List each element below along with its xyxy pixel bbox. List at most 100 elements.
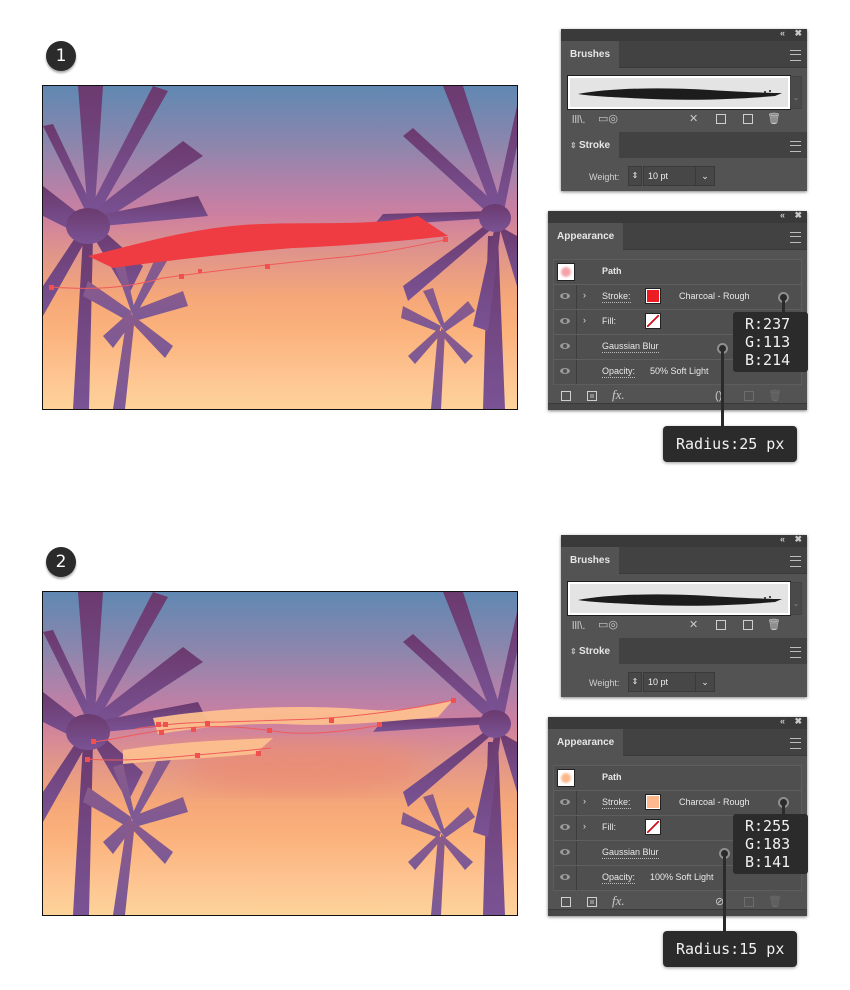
- brushes-content: ⌄ lll\. ▭◎ ✕ 🗑: [561, 574, 807, 637]
- fill-none-swatch[interactable]: [645, 819, 661, 835]
- expand-chevron-icon[interactable]: ›: [583, 315, 586, 325]
- gaussian-blur-link[interactable]: Gaussian Blur: [602, 341, 659, 353]
- appearance-row-path[interactable]: Path: [554, 260, 801, 285]
- panel-menu-icon[interactable]: [790, 556, 801, 567]
- rgb-green: G:113: [745, 333, 791, 351]
- fill-none-swatch[interactable]: [645, 313, 661, 329]
- brush-list-scroll[interactable]: ⌄: [790, 582, 802, 615]
- weight-label: Weight:: [589, 172, 620, 182]
- collapse-panel-icon[interactable]: «: [780, 210, 785, 220]
- panel-titlebar[interactable]: « ✖: [561, 534, 807, 547]
- tab-brushes[interactable]: Brushes: [561, 547, 620, 574]
- visibility-eye-icon[interactable]: [560, 343, 570, 349]
- panel-titlebar[interactable]: « ✖: [561, 28, 807, 41]
- weight-dropdown[interactable]: ⌄: [695, 672, 715, 692]
- panel-menu-icon[interactable]: [790, 50, 801, 61]
- opacity-value: 100% Soft Light: [650, 872, 714, 882]
- artboard-step-2[interactable]: [42, 591, 518, 916]
- tab-appearance[interactable]: Appearance: [548, 729, 624, 756]
- weight-input[interactable]: 10 pt: [643, 672, 697, 692]
- weight-input[interactable]: 10 pt: [643, 166, 697, 186]
- stroke-tabbar: ⇕ Stroke: [561, 132, 807, 159]
- duplicate-item-icon[interactable]: [744, 391, 754, 401]
- brushes-stroke-panel-2: « ✖ Brushes ⌄ lll\. ▭◎ ✕ 🗑 ⇕ Stroke Weig…: [561, 534, 807, 697]
- fill-label: Fill:: [602, 316, 616, 326]
- brush-libraries-icon[interactable]: lll\.: [572, 620, 585, 632]
- appearance-row-stroke[interactable]: › Stroke: Charcoal - Rough: [554, 285, 801, 310]
- weight-stepper[interactable]: ⇕: [628, 672, 642, 692]
- tab-appearance[interactable]: Appearance: [548, 223, 624, 250]
- close-panel-icon[interactable]: ✖: [794, 28, 802, 39]
- panel-titlebar[interactable]: « ✖: [548, 716, 807, 729]
- visibility-eye-icon[interactable]: [560, 368, 570, 374]
- stroke-label[interactable]: Stroke:: [602, 291, 631, 303]
- weight-dropdown[interactable]: ⌄: [695, 166, 715, 186]
- tab-stroke[interactable]: ⇕ Stroke: [561, 132, 620, 159]
- cloud-libraries-icon[interactable]: ▭◎: [598, 113, 618, 125]
- delete-item-icon[interactable]: 🗑: [768, 896, 782, 908]
- visibility-eye-icon[interactable]: [560, 849, 570, 855]
- remove-stroke-icon[interactable]: ✕: [689, 113, 698, 125]
- appearance-row-path[interactable]: Path: [554, 766, 801, 791]
- close-panel-icon[interactable]: ✖: [794, 534, 802, 545]
- weight-label: Weight:: [589, 678, 620, 688]
- stroke-color-swatch[interactable]: [645, 794, 661, 810]
- close-panel-icon[interactable]: ✖: [794, 716, 802, 727]
- opacity-label[interactable]: Opacity:: [602, 366, 636, 378]
- add-stroke-icon[interactable]: [561, 391, 571, 401]
- appearance-row-stroke[interactable]: › Stroke: Charcoal - Rough: [554, 791, 801, 816]
- panel-menu-icon[interactable]: [790, 738, 801, 749]
- stroke-tab-label: Stroke: [578, 140, 611, 151]
- visibility-eye-icon[interactable]: [560, 293, 570, 299]
- stroke-brush-name: Charcoal - Rough: [679, 797, 750, 807]
- opacity-label[interactable]: Opacity:: [602, 872, 636, 884]
- radius-leader-line: [721, 351, 724, 429]
- new-brush-icon[interactable]: [743, 114, 753, 124]
- brush-charcoal-rough[interactable]: [567, 581, 791, 616]
- expand-chevron-icon[interactable]: ›: [583, 290, 586, 300]
- expand-chevron-icon[interactable]: ›: [583, 821, 586, 831]
- panel-resize-grip[interactable]: [548, 403, 807, 410]
- gaussian-blur-link[interactable]: Gaussian Blur: [602, 847, 659, 859]
- add-effect-fx-icon[interactable]: fx.: [612, 388, 625, 401]
- duplicate-item-icon[interactable]: [744, 897, 754, 907]
- visibility-eye-icon[interactable]: [560, 874, 570, 880]
- visibility-eye-icon[interactable]: [560, 824, 570, 830]
- panel-resize-grip[interactable]: [548, 909, 807, 916]
- stroke-color-swatch[interactable]: [645, 288, 661, 304]
- expand-chevron-icon[interactable]: ›: [583, 796, 586, 806]
- brush-options-icon[interactable]: [716, 114, 726, 124]
- object-type-label: Path: [602, 266, 622, 276]
- panel-menu-icon[interactable]: [790, 141, 801, 152]
- new-brush-icon[interactable]: [743, 620, 753, 630]
- collapse-panel-icon[interactable]: «: [780, 534, 785, 544]
- panel-titlebar[interactable]: « ✖: [548, 210, 807, 223]
- visibility-eye-icon[interactable]: [560, 799, 570, 805]
- collapse-panel-icon[interactable]: «: [780, 716, 785, 726]
- brush-options-icon[interactable]: [716, 620, 726, 630]
- brush-preview-graphic: [578, 88, 782, 100]
- weight-stepper[interactable]: ⇕: [628, 166, 642, 186]
- tab-brushes[interactable]: Brushes: [561, 41, 620, 68]
- add-fill-icon[interactable]: [587, 391, 597, 401]
- add-fill-icon[interactable]: [587, 897, 597, 907]
- visibility-eye-icon[interactable]: [560, 318, 570, 324]
- add-effect-fx-icon[interactable]: fx.: [612, 894, 625, 907]
- brush-list-scroll[interactable]: ⌄: [790, 76, 802, 109]
- appearance-panel-1: « ✖ Appearance Path › Stroke: Charcoal -…: [548, 210, 807, 410]
- collapse-panel-icon[interactable]: «: [780, 28, 785, 38]
- add-stroke-icon[interactable]: [561, 897, 571, 907]
- panel-menu-icon[interactable]: [790, 232, 801, 243]
- remove-stroke-icon[interactable]: ✕: [689, 619, 698, 631]
- delete-item-icon[interactable]: 🗑: [768, 390, 782, 402]
- artboard-step-1[interactable]: [42, 85, 518, 410]
- panel-menu-icon[interactable]: [790, 647, 801, 658]
- close-panel-icon[interactable]: ✖: [794, 210, 802, 221]
- brush-charcoal-rough[interactable]: [567, 75, 791, 110]
- cloud-libraries-icon[interactable]: ▭◎: [598, 619, 618, 631]
- stroke-label[interactable]: Stroke:: [602, 797, 631, 809]
- brush-libraries-icon[interactable]: lll\.: [572, 114, 585, 126]
- delete-brush-icon[interactable]: 🗑: [767, 619, 781, 631]
- delete-brush-icon[interactable]: 🗑: [767, 113, 781, 125]
- tab-stroke[interactable]: ⇕ Stroke: [561, 638, 620, 665]
